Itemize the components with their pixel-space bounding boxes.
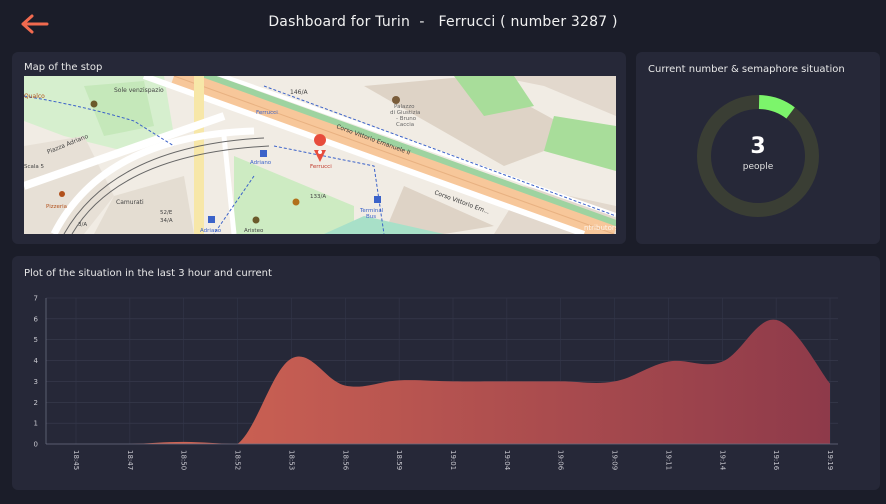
semaphore-card-title: Current number & semaphore situation [648,64,845,75]
history-area-chart: 0 1 2 3 4 5 6 7 18:45 18:47 18:50 18:52 18:53 18:56 18… [34,295,838,471]
x-tick-label: 18:50 [180,450,188,470]
x-tick-label: 19:19 [826,450,834,470]
bus-stop-icon-2 [208,216,215,223]
page-title: Dashboard for Turin - Ferrucci ( number … [268,14,618,30]
x-tick-label: 18:47 [126,450,134,470]
x-tick-label: 19:09 [611,450,619,470]
map-label-pizza: Pizzeria [46,204,67,210]
map-label-camurati: Camurati [116,199,144,206]
y-tick-label: 4 [34,357,39,365]
bus-terminal-icon [374,196,381,203]
monument-icon [252,216,260,224]
y-tick-label: 3 [34,378,38,386]
gauge-active-arc [758,95,795,119]
x-tick-label: 19:01 [449,450,457,470]
stop-map[interactable]: Sole venzispazio Qualco 146/A Palazzo di … [24,76,616,234]
map-label-adriano: Adriano [250,160,272,166]
x-tick-label: 18:59 [395,450,403,470]
map-label-ferrucci-marker: Ferrucci [310,164,332,170]
y-tick-label: 0 [34,441,38,449]
map-label-146: 146/A [290,89,308,96]
map-attribution: ntributors [584,224,616,232]
map-label-3a: 3/A [78,222,87,228]
map-label-adriano2: Adriano [200,228,222,234]
restaurant-icon [59,191,65,197]
x-tick-label: 18:53 [287,450,295,470]
map-card: Map of the stop Sole venzispazio Qualco … [12,52,626,244]
map-label-qualco: Qualco [24,93,45,100]
map-label-sole: Sole venzispazio [114,87,164,94]
semaphore-card: Current number & semaphore situation 3 p… [636,52,880,244]
top-bar: Dashboard for Turin - Ferrucci ( number … [0,0,886,46]
x-tick-label: 19:04 [503,450,511,471]
y-tick-label: 1 [34,420,38,428]
y-tick-label: 2 [34,399,38,407]
map-canvas: Sole venzispazio Qualco 146/A Palazzo di … [24,76,616,234]
map-label-ferrucci-stop: Ferrucci [256,110,278,116]
x-tick-label: 18:56 [341,450,349,471]
people-unit: people [742,162,774,172]
poi-icon [90,100,98,108]
bus-stop-icon [260,150,267,157]
map-card-title: Map of the stop [24,62,103,73]
courthouse-icon [392,96,400,104]
map-label-34: 34/A [160,218,173,224]
map-label-52: 52/E [160,210,173,216]
map-label-133: 133/A [310,194,326,200]
map-label-scala: Scala 5 [24,164,45,170]
y-tick-label: 6 [34,315,39,323]
cafe-icon [292,198,300,206]
map-label-aristeo: Aristeo [244,228,264,234]
plot-card: Plot of the situation in the last 3 hour… [12,256,880,490]
people-count: 3 [750,134,766,159]
y-tick-label: 7 [34,295,38,303]
x-tick-label: 18:45 [72,450,80,470]
x-tick-label: 19:16 [772,450,780,471]
x-tick-label: 18:52 [234,450,242,470]
x-tick-label: 19:11 [664,450,672,470]
x-tick-label: 19:06 [557,450,565,471]
x-tick-label: 19:14 [718,450,726,471]
semaphore-gauge: 3 people [692,90,824,222]
y-tick-label: 5 [34,336,38,344]
